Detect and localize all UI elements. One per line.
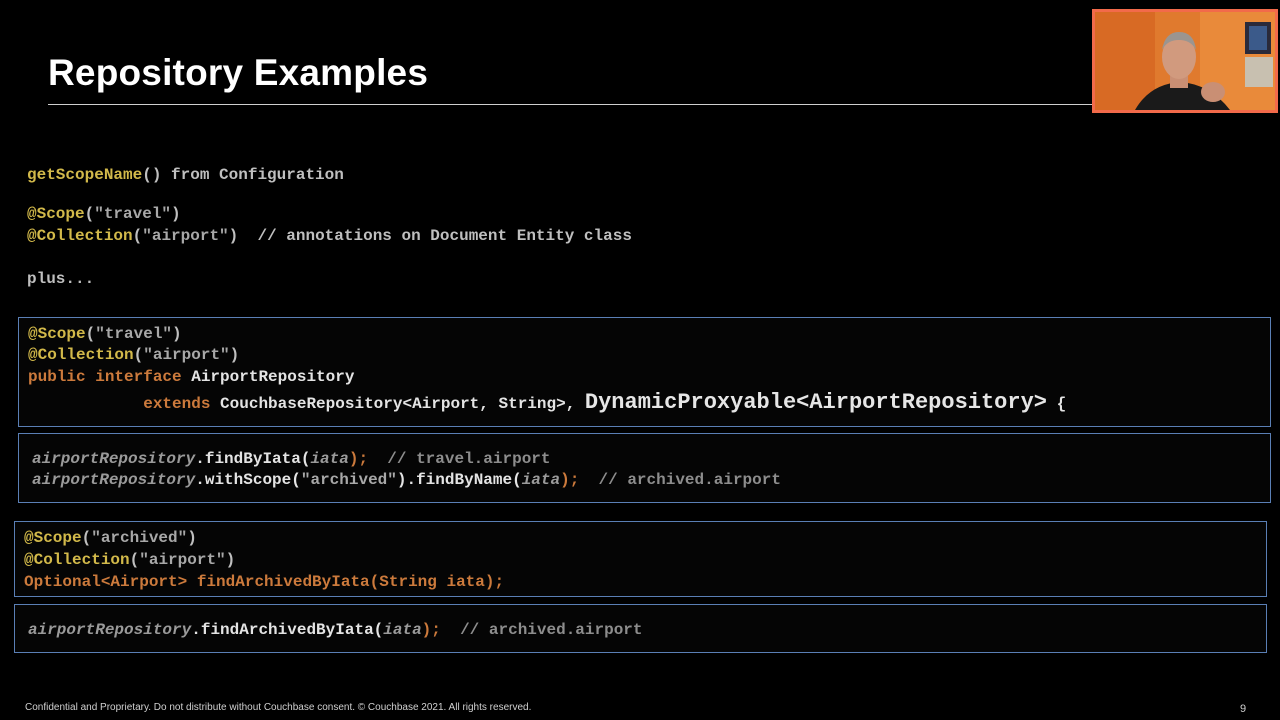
slide-title: Repository Examples [48,52,429,93]
code-line-scope-annotation: @Scope("travel") [28,325,182,343]
code-line-find-archived-by-iata: airportRepository.findArchivedByIata(iat… [28,621,643,639]
code-line-find-archived-signature: Optional<Airport> findArchivedByIata(Str… [24,573,505,591]
presenter-video-icon [1095,12,1275,110]
code-box-airport-repository: @Scope("travel") @Collection("airport") … [18,317,1271,427]
page-number: 9 [1240,703,1247,715]
presenter-webcam [1092,9,1278,113]
footer-disclaimer: Confidential and Proprietary. Do not dis… [25,702,532,713]
code-line-interface-declaration: public interface AirportRepository [28,368,355,386]
code-line-plus: plus... [27,270,95,288]
code-line-collection-annotation: @Collection("airport") [28,346,240,364]
code-box-repository-calls: airportRepository.findByIata(iata); // t… [18,433,1271,503]
code-line-scope-annotation: @Scope("travel") [27,205,181,223]
code-line-get-scope-name: getScopeName() from Configuration [27,166,344,184]
code-line-collection-annotation: @Collection("airport") // annotations on… [27,227,632,245]
code-box-archived-method: @Scope("archived") @Collection("airport"… [14,521,1267,597]
code-line-scope-annotation: @Scope("archived") [24,529,197,547]
code-line-with-scope-find-by-name: airportRepository.withScope("archived").… [32,471,781,489]
code-line-extends-clause: extends CouchbaseRepository<Airport, Str… [143,390,1067,415]
code-line-find-by-iata: airportRepository.findByIata(iata); // t… [32,450,551,468]
code-line-collection-annotation: @Collection("airport") [24,551,236,569]
code-box-archived-call: airportRepository.findArchivedByIata(iat… [14,604,1267,653]
title-divider [48,104,1094,105]
